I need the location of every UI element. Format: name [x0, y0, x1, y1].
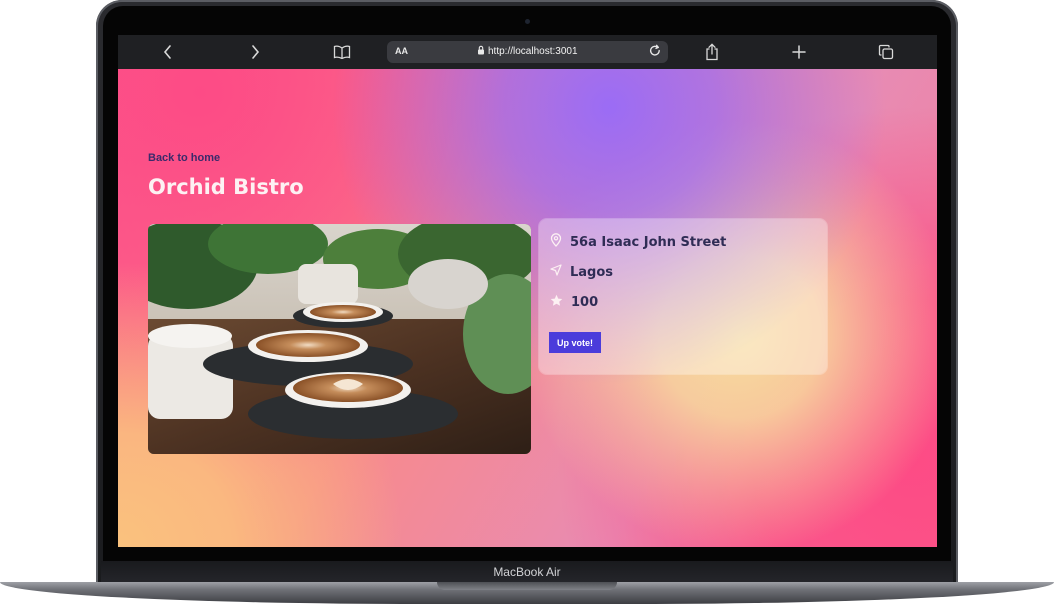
city-text: Lagos — [570, 264, 614, 280]
browser-toolbar: AA http://localhost:3001 — [118, 35, 937, 69]
tabs-icon[interactable] — [875, 41, 897, 63]
restaurant-photo — [148, 224, 531, 454]
share-icon[interactable] — [701, 41, 723, 63]
coffee-photo-illustration — [148, 224, 531, 454]
chevron-right-icon[interactable] — [244, 41, 266, 63]
restaurant-page: Back to home Orchid Bistro 56a Isaac Joh… — [118, 69, 937, 547]
votes-row: 100 — [550, 294, 598, 311]
map-pin-icon — [550, 233, 562, 251]
screenshot-stage: AA http://localhost:3001 Back to home Or… — [0, 0, 1054, 606]
address-row: 56a Isaac John Street — [550, 233, 726, 251]
restaurant-details-card: 56a Isaac John Street Lagos 100 Up vote! — [539, 219, 827, 374]
back-to-home-link[interactable]: Back to home — [148, 152, 220, 164]
laptop-base-notch — [437, 582, 617, 590]
device-brand-label: MacBook Air — [493, 565, 561, 579]
webcam — [525, 19, 530, 24]
address-bar[interactable]: AA http://localhost:3001 — [387, 41, 668, 63]
upvote-button[interactable]: Up vote! — [549, 332, 601, 353]
reload-icon[interactable] — [648, 44, 662, 61]
laptop-screen: AA http://localhost:3001 Back to home Or… — [118, 35, 937, 547]
book-icon[interactable] — [331, 41, 353, 63]
plus-icon[interactable] — [788, 41, 810, 63]
navigation-arrow-icon — [550, 264, 562, 280]
city-row: Lagos — [550, 264, 613, 280]
votes-count: 100 — [571, 295, 599, 310]
address-text: 56a Isaac John Street — [570, 234, 727, 250]
url-text: http://localhost:3001 — [488, 46, 578, 57]
url-display[interactable]: http://localhost:3001 — [477, 45, 578, 58]
page-title: Orchid Bistro — [148, 175, 304, 199]
chevron-left-icon[interactable] — [157, 41, 179, 63]
star-icon — [550, 294, 563, 311]
lock-icon — [477, 45, 485, 58]
text-size-button[interactable]: AA — [395, 46, 408, 56]
